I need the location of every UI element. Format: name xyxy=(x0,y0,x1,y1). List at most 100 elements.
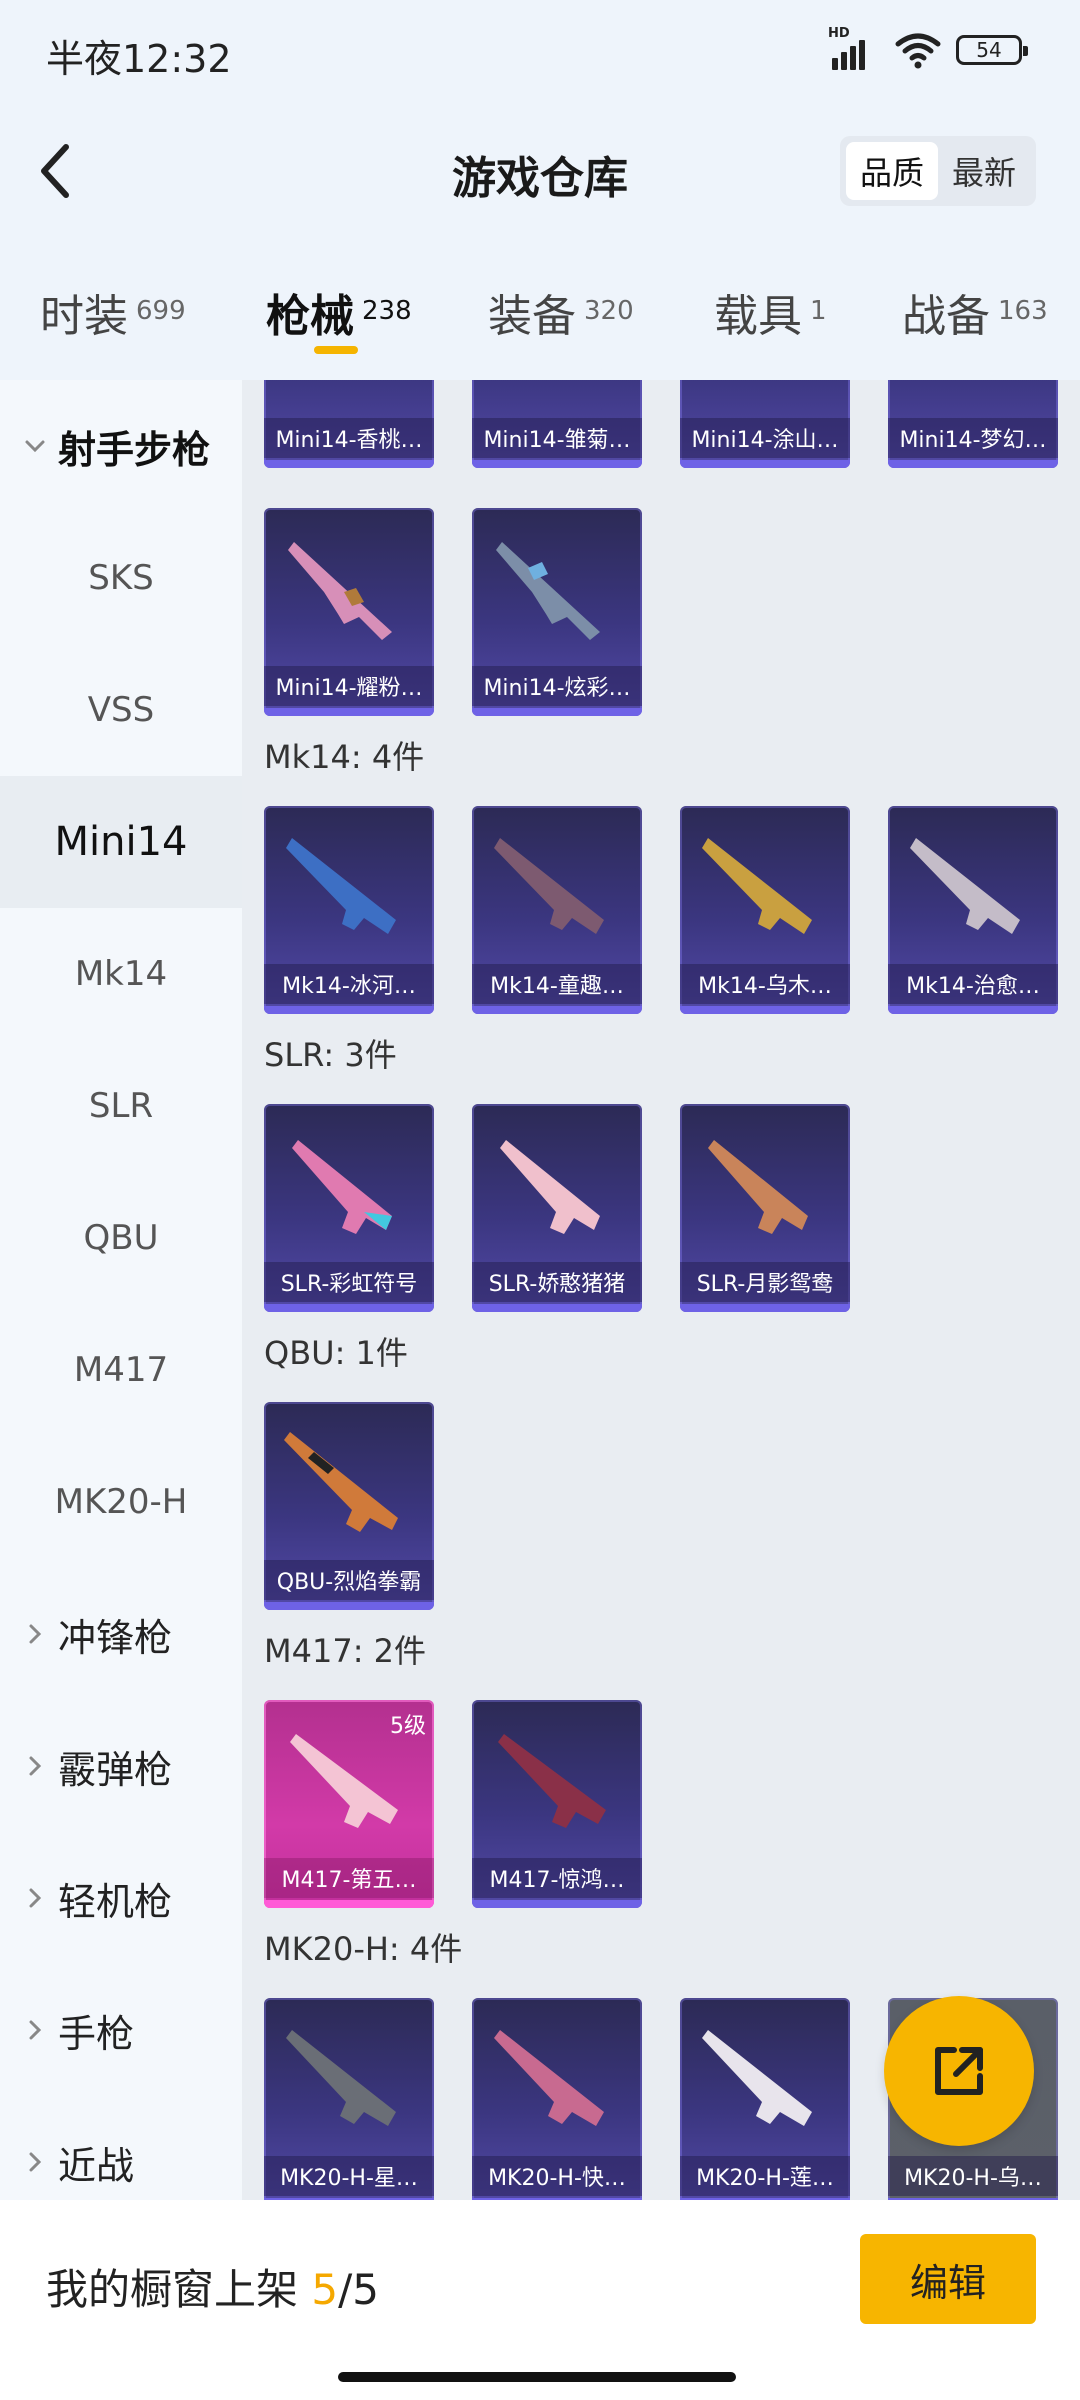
item-card[interactable]: Mk14-治愈… xyxy=(888,806,1058,1014)
item-name: SLR-月影鸳鸯 xyxy=(680,1262,850,1302)
item-card[interactable]: QBU-烈焰拳霸 xyxy=(264,1402,434,1610)
item-card[interactable]: 5级 M417-第五… xyxy=(264,1700,434,1908)
item-name: QBU-烈焰拳霸 xyxy=(264,1560,434,1600)
rifle-image xyxy=(496,542,600,640)
rifle-image xyxy=(284,1432,398,1532)
share-button[interactable] xyxy=(884,1996,1034,2146)
item-name: Mk14-乌木… xyxy=(680,964,850,1004)
tab-count: 320 xyxy=(584,296,634,326)
item-name: Mini14-梦幻… xyxy=(888,418,1058,458)
sidebar-group-melee[interactable]: 近战 xyxy=(0,2096,242,2200)
sidebar-group-shotgun[interactable]: 霰弹枪 xyxy=(0,1700,242,1832)
status-icons: HD 54 xyxy=(828,26,1028,70)
item-card[interactable]: MK20-H-星… xyxy=(264,1998,434,2200)
tab-vehicles[interactable]: 载具 1 xyxy=(714,280,827,344)
tab-label: 战备 xyxy=(902,291,990,342)
sidebar-group-label: 冲锋枪 xyxy=(58,1615,173,1660)
status-bar: 半夜12:32 HD 54 xyxy=(0,0,1080,100)
sidebar-group-lmg[interactable]: 轻机枪 xyxy=(0,1832,242,1964)
home-indicator[interactable] xyxy=(338,2372,736,2382)
wifi-icon xyxy=(895,33,941,69)
item-card[interactable]: Mini14-炫彩… xyxy=(472,508,642,716)
tab-label: 枪械 xyxy=(266,291,354,342)
sidebar-item-m417[interactable]: M417 xyxy=(0,1304,242,1436)
rifle-image xyxy=(494,2030,604,2126)
chevron-right-icon xyxy=(20,1619,50,1649)
sort-by-newest[interactable]: 最新 xyxy=(938,142,1030,200)
sidebar-item-sks[interactable]: SKS xyxy=(0,512,242,644)
tab-guns[interactable]: 枪械 238 xyxy=(266,280,412,344)
network-type: HD xyxy=(828,26,850,41)
sidebar-group-label: 轻机枪 xyxy=(58,1879,173,1924)
tab-combat-gear[interactable]: 战备 163 xyxy=(902,280,1048,344)
item-card[interactable]: MK20-H-莲… xyxy=(680,1998,850,2200)
chevron-left-icon xyxy=(41,144,69,198)
item-card[interactable]: SLR-彩虹符号 xyxy=(264,1104,434,1312)
item-card[interactable]: Mini14-香桃… xyxy=(264,380,434,468)
item-name: SLR-彩虹符号 xyxy=(264,1262,434,1302)
sidebar-group-pistol[interactable]: 手枪 xyxy=(0,1964,242,2096)
item-card[interactable]: Mini14-涂山… xyxy=(680,380,850,468)
bottom-bar: 我的橱窗上架 5/5 编辑 xyxy=(0,2200,1080,2400)
section-title-mk20h: MK20-H: 4件 xyxy=(264,1930,463,1968)
showcase-total: 5 xyxy=(352,2265,379,2314)
chevron-down-icon xyxy=(20,431,50,461)
sidebar-item-mk20h[interactable]: MK20-H xyxy=(0,1436,242,1568)
header: 游戏仓库 品质 最新 xyxy=(0,120,1080,220)
item-name: Mini14-涂山… xyxy=(680,418,850,458)
item-name: MK20-H-莲… xyxy=(680,2156,850,2196)
sidebar-group-smg[interactable]: 冲锋枪 xyxy=(0,1568,242,1700)
showcase-separator: / xyxy=(338,2265,353,2314)
battery-level: 54 xyxy=(976,38,1002,62)
item-card[interactable]: Mk14-乌木… xyxy=(680,806,850,1014)
share-icon xyxy=(935,2047,983,2095)
item-name: Mini14-雏菊… xyxy=(472,418,642,458)
tab-equipment[interactable]: 装备 320 xyxy=(488,280,634,344)
item-card[interactable]: Mini14-梦幻… xyxy=(888,380,1058,468)
item-name: Mk14-冰河… xyxy=(264,964,434,1004)
edit-button[interactable]: 编辑 xyxy=(860,2234,1036,2324)
section-title-qbu: QBU: 1件 xyxy=(264,1334,408,1372)
sidebar-group-marksman[interactable]: 射手步枪 xyxy=(0,380,242,512)
battery-icon: 54 xyxy=(956,35,1028,65)
item-card[interactable]: SLR-月影鸳鸯 xyxy=(680,1104,850,1312)
item-name: M417-惊鸿… xyxy=(472,1858,642,1898)
tab-fashion[interactable]: 时装 699 xyxy=(40,280,186,344)
sidebar-item-slr[interactable]: SLR xyxy=(0,1040,242,1172)
sidebar-group-label: 射手步枪 xyxy=(58,427,211,472)
tab-count: 699 xyxy=(136,296,186,326)
tab-count: 1 xyxy=(810,296,827,326)
status-time: 半夜12:32 xyxy=(46,37,232,81)
item-name: Mk14-童趣… xyxy=(472,964,642,1004)
sidebar-item-mini14[interactable]: Mini14 xyxy=(0,776,242,908)
item-card[interactable]: SLR-娇憨猪猪 xyxy=(472,1104,642,1312)
rifle-image xyxy=(702,2030,812,2126)
item-card[interactable]: Mini14-雏菊… xyxy=(472,380,642,468)
item-card[interactable]: M417-惊鸿… xyxy=(472,1700,642,1908)
back-button[interactable] xyxy=(26,138,86,204)
chevron-right-icon xyxy=(20,1751,50,1781)
item-card[interactable]: Mk14-冰河… xyxy=(264,806,434,1014)
showcase-current: 5 xyxy=(311,2265,339,2314)
sort-by-quality[interactable]: 品质 xyxy=(845,142,938,200)
section-title-slr: SLR: 3件 xyxy=(264,1036,397,1074)
chevron-right-icon xyxy=(20,2015,50,2045)
item-name: Mini14-炫彩… xyxy=(472,666,642,706)
sidebar-item-vss[interactable]: VSS xyxy=(0,644,242,776)
tab-label: 时装 xyxy=(40,291,128,342)
tab-label: 装备 xyxy=(488,291,576,342)
section-title-m417: M417: 2件 xyxy=(264,1632,427,1670)
item-name: Mk14-治愈… xyxy=(888,964,1058,1004)
sidebar-item-qbu[interactable]: QBU xyxy=(0,1172,242,1304)
item-card[interactable]: MK20-H-快… xyxy=(472,1998,642,2200)
rifle-image xyxy=(708,1140,808,1234)
item-card[interactable]: Mini14-耀粉… xyxy=(264,508,434,716)
item-card[interactable]: Mk14-童趣… xyxy=(472,806,642,1014)
rifle-image xyxy=(702,838,812,934)
cellular-signal-icon: HD xyxy=(828,26,880,70)
sidebar-item-mk14[interactable]: Mk14 xyxy=(0,908,242,1040)
rifle-image xyxy=(290,1734,398,1828)
tab-label: 载具 xyxy=(714,291,802,342)
showcase-status: 我的橱窗上架 5/5 xyxy=(46,2256,379,2317)
rifle-image xyxy=(498,1734,606,1828)
